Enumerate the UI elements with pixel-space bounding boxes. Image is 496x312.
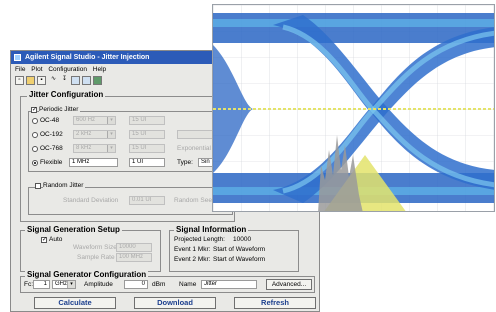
oc768-label: OC-768 [40, 145, 63, 152]
random-seed-label: Random See [174, 197, 212, 204]
oc48-freq-select[interactable]: 600 Hz ▾ [73, 116, 116, 125]
oc48-label: OC-48 [40, 117, 60, 124]
amplitude-field[interactable]: 0 [124, 280, 148, 289]
waveform-size-field[interactable]: 10000 [116, 243, 152, 252]
grid-icon[interactable] [82, 76, 91, 85]
amplitude-label: Amplitude [84, 281, 113, 288]
signal-icon[interactable]: ∿ [49, 76, 58, 85]
projected-length-label: Projected Length: [174, 236, 225, 243]
oc192-label: OC-192 [40, 131, 63, 138]
sample-rate-field[interactable]: 100 MHz [116, 253, 152, 262]
type-label: Type: [177, 159, 193, 166]
menu-plot[interactable]: Plot [31, 64, 42, 75]
download-button[interactable]: Download [134, 297, 216, 309]
event2-label: Event 2 Mkr: [174, 256, 211, 263]
random-jitter-checkbox[interactable] [35, 183, 41, 189]
menu-file[interactable]: File [15, 64, 25, 75]
fc-label: Fc: [24, 281, 34, 288]
periodic-jitter-label: Periodic Jitter [39, 106, 81, 113]
upper-level-core [213, 19, 494, 27]
auto-checkbox[interactable]: ✓ [41, 237, 47, 243]
window-title: Agilent Signal Studio - Jitter Injection [25, 54, 150, 61]
event2-value: Start of Waveform [213, 256, 266, 263]
std-deviation-label: Standard Deviation [63, 197, 119, 204]
auto-label: Auto [49, 236, 63, 243]
flexible-label: Flexible [40, 159, 63, 166]
oc192-radio[interactable] [32, 132, 38, 138]
oc48-radio[interactable] [32, 118, 38, 124]
advanced-button[interactable]: Advanced... [266, 279, 312, 290]
plot-icon[interactable] [71, 76, 80, 85]
chevron-down-icon: ▾ [67, 281, 75, 288]
chevron-down-icon: ▾ [107, 117, 115, 124]
event1-value: Start of Waveform [213, 246, 266, 253]
fc-unit-select[interactable]: GHz ▾ [52, 280, 76, 289]
eye-diagram-panel [212, 4, 495, 212]
name-label: Name [179, 281, 197, 288]
oc48-amp-field[interactable]: 15 UI [129, 116, 165, 125]
help-icon[interactable] [93, 76, 102, 85]
oc192-freq-select[interactable]: 2 kHz ▾ [73, 130, 116, 139]
menu-help[interactable]: Help [93, 64, 106, 75]
chevron-down-icon: ▾ [107, 145, 115, 152]
refresh-button[interactable]: Refresh [234, 297, 316, 309]
calculate-button[interactable]: Calculate [34, 297, 116, 309]
amplitude-unit: dBm [152, 281, 166, 288]
oc768-amp-field[interactable]: 15 UI [129, 144, 165, 153]
periodic-jitter-checkbox[interactable]: ✓ [31, 107, 37, 113]
sample-rate-label: Sample Rate [77, 254, 115, 261]
oc48-freq-value: 600 Hz [76, 117, 96, 123]
signal-information-title: Signal Information [174, 225, 249, 234]
waveform-size-label: Waveform Size [73, 244, 117, 251]
oc768-freq-select[interactable]: 8 kHz ▾ [73, 144, 116, 153]
flexible-amp-field[interactable]: 1 UI [129, 158, 165, 167]
download-icon[interactable]: ↧ [60, 76, 69, 85]
oc192-freq-value: 2 kHz [76, 131, 92, 137]
flexible-freq-field[interactable]: 1 MHz [69, 158, 118, 167]
menu-configuration[interactable]: Configuration [48, 64, 87, 75]
jitter-configuration-title: Jitter Configuration [27, 90, 106, 99]
oc192-amp-field[interactable]: 15 UI [129, 130, 165, 139]
oc768-freq-value: 8 kHz [76, 145, 92, 151]
app-icon [14, 54, 21, 61]
eye-diagram-plot [213, 5, 494, 211]
random-jitter-label: Random Jitter [43, 182, 86, 189]
fc-unit-value: GHz [55, 281, 67, 287]
oc768-radio[interactable] [32, 146, 38, 152]
signal-generator-configuration-title: Signal Generator Configuration [25, 270, 149, 279]
signal-generation-setup-title: Signal Generation Setup [25, 225, 122, 234]
fc-field[interactable]: 1 [33, 280, 50, 289]
open-icon[interactable] [26, 76, 35, 85]
projected-length-value: 10000 [233, 236, 252, 243]
save-icon[interactable]: ▪ [37, 76, 46, 85]
exponential-label: Exponential [177, 145, 211, 152]
flexible-radio[interactable] [32, 160, 38, 166]
new-icon[interactable]: ▫ [15, 76, 24, 85]
name-field[interactable]: Jitter [201, 280, 257, 289]
chevron-down-icon: ▾ [107, 131, 115, 138]
event1-label: Event 1 Mkr: [174, 246, 211, 253]
std-deviation-field[interactable]: 0.01 UI [129, 196, 165, 205]
